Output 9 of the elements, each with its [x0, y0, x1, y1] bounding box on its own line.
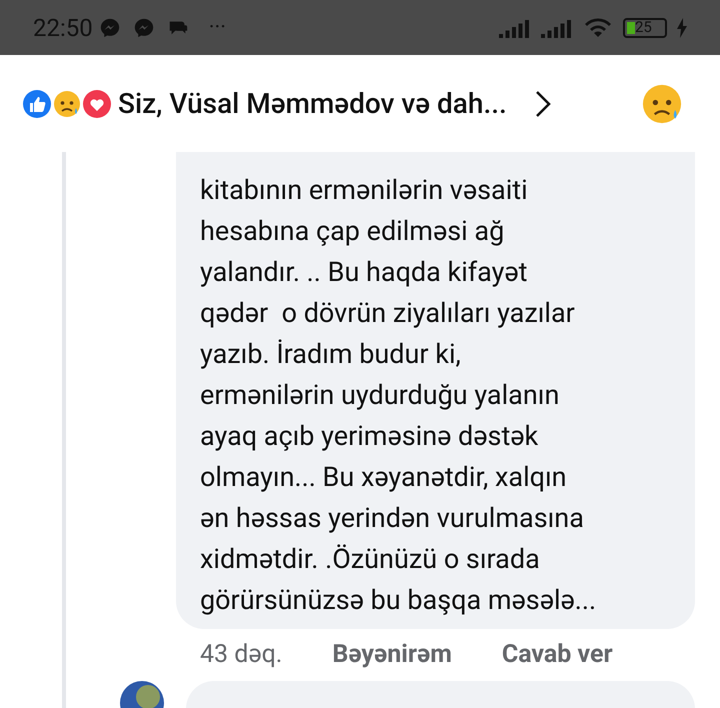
battery: 25	[623, 18, 667, 38]
comment-text: kitabının ermənilərin vəsaiti hesabına çap edilməsi ağ yalandır. .. Bu haqda kifayət qədər o dövrün ziyalıları yazılar yazıb. İradım budur ki, ermənilərin uydurduğu yalanın ayaq açıb yeriməsinə dəstək olmayın... Bu xəyanətdir, xalqın ən həssas yerindən vurulmasına xidmətdir. .Özünüzü o sırada görürsünüzsə bu başqa məsələ...	[200, 173, 598, 618]
clock: 22:50	[33, 12, 93, 44]
reactions-header[interactable]: Siz, Vüsal Məmmədov və dah...	[0, 55, 720, 152]
reply-link[interactable]: Cavab ver	[502, 636, 613, 674]
comment-time: 43 dəq.	[200, 639, 282, 672]
like-link[interactable]: Bəyənirəm	[332, 636, 452, 674]
reactors-summary: Siz, Vüsal Məmmədov və dah...	[118, 86, 507, 122]
more-notifications: ···	[208, 16, 226, 38]
